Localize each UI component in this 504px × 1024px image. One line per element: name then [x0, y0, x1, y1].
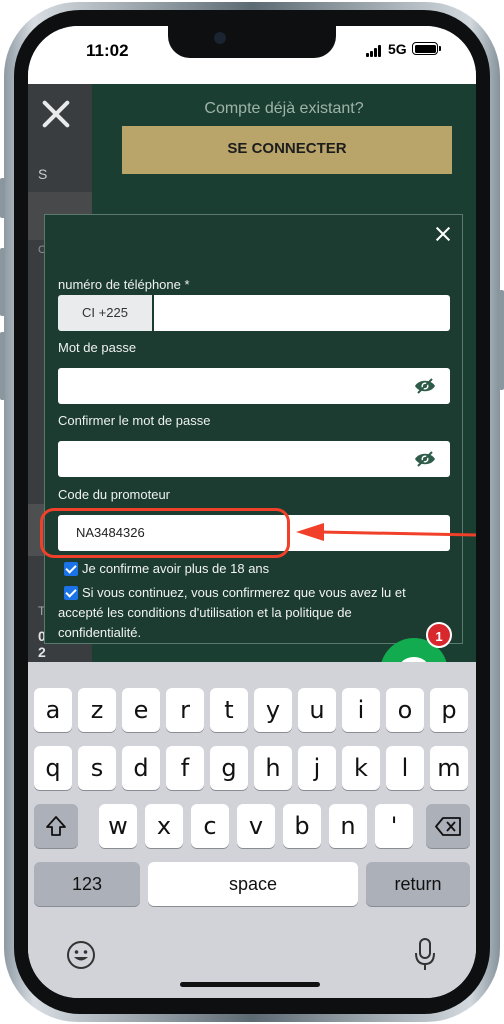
power-button: [499, 290, 504, 390]
microphone-icon[interactable]: [414, 938, 436, 972]
key-e[interactable]: e: [122, 688, 160, 732]
app-background: S C Time 08 Apr 2 Compte déjà existant? …: [28, 84, 476, 706]
numbers-key[interactable]: 123: [34, 862, 140, 906]
key-s[interactable]: s: [78, 746, 116, 790]
backspace-key[interactable]: [426, 804, 470, 848]
key-q[interactable]: q: [34, 746, 72, 790]
key-d[interactable]: d: [122, 746, 160, 790]
phone-label: numéro de téléphone *: [58, 277, 190, 292]
terms-checkbox[interactable]: [64, 586, 78, 600]
key-f[interactable]: f: [166, 746, 204, 790]
key-p[interactable]: p: [430, 688, 468, 732]
confirm-password-label: Confirmer le mot de passe: [58, 413, 211, 428]
key-b[interactable]: b: [283, 804, 321, 848]
chat-badge: 1: [426, 622, 452, 648]
key-o[interactable]: o: [386, 688, 424, 732]
confirm-password-field[interactable]: [58, 441, 450, 477]
key-x[interactable]: x: [145, 804, 183, 848]
key-n[interactable]: n: [329, 804, 367, 848]
mute-switch: [0, 178, 5, 218]
password-field[interactable]: [58, 368, 450, 404]
close-icon[interactable]: [38, 96, 74, 132]
key-j[interactable]: j: [298, 746, 336, 790]
volume-up-button: [0, 248, 5, 316]
terms-text-line-2: accepté les conditions d'utilisation et …: [58, 605, 352, 620]
key-l[interactable]: l: [386, 746, 424, 790]
key-a[interactable]: a: [34, 688, 72, 732]
key-y[interactable]: y: [254, 688, 292, 732]
volume-down-button: [0, 332, 5, 400]
registration-modal: numéro de téléphone * CI +225 Mot de pas…: [44, 214, 463, 644]
login-button[interactable]: SE CONNECTER: [122, 126, 452, 174]
status-bar: 11:02 5G: [28, 26, 476, 84]
status-time: 11:02: [86, 41, 129, 60]
existing-account-text: Compte déjà existant?: [204, 100, 364, 117]
network-type: 5G: [388, 41, 407, 57]
annotation-highlight: [40, 508, 290, 558]
modal-close-icon[interactable]: [436, 227, 450, 241]
password-label: Mot de passe: [58, 340, 137, 355]
promo-code-label: Code du promoteur: [58, 487, 171, 502]
key-apostrophe[interactable]: ': [375, 804, 413, 848]
key-k[interactable]: k: [342, 746, 380, 790]
key-r[interactable]: r: [166, 688, 204, 732]
country-code-select[interactable]: CI +225: [58, 295, 152, 331]
shift-icon: [46, 816, 66, 836]
notch: [168, 26, 336, 58]
key-t[interactable]: t: [210, 688, 248, 732]
front-camera: [214, 32, 226, 44]
home-indicator: [180, 982, 320, 987]
phone-screen: 11:02 5G S C Time 08 Apr 2 Compte déjà e…: [28, 26, 476, 998]
space-key[interactable]: space: [148, 862, 358, 906]
key-h[interactable]: h: [254, 746, 292, 790]
key-g[interactable]: g: [210, 746, 248, 790]
terms-text-line-1: Si vous continuez, vous confirmerez que …: [82, 585, 406, 600]
backspace-icon: [435, 817, 461, 836]
on-screen-keyboard: azertyuiop qsdfghjklm w x c v b n ' 123 space …: [28, 662, 476, 998]
key-z[interactable]: z: [78, 688, 116, 732]
age-check-text: Je confirme avoir plus de 18 ans: [82, 561, 270, 576]
emoji-icon[interactable]: [66, 940, 96, 970]
return-key[interactable]: return: [366, 862, 470, 906]
age-checkbox[interactable]: [64, 562, 78, 576]
key-w[interactable]: w: [99, 804, 137, 848]
phone-input[interactable]: [154, 295, 450, 331]
eye-slash-icon[interactable]: [414, 378, 436, 394]
key-i[interactable]: i: [342, 688, 380, 732]
terms-text-line-3: confidentialité.: [58, 625, 142, 640]
eye-slash-icon[interactable]: [414, 451, 436, 467]
side-peek-text: S: [38, 166, 48, 182]
battery-icon: [412, 42, 438, 55]
key-c[interactable]: c: [191, 804, 229, 848]
signal-icon: [366, 45, 384, 57]
shift-key[interactable]: [34, 804, 78, 848]
key-v[interactable]: v: [237, 804, 275, 848]
annotation-arrow-icon: [296, 523, 476, 541]
key-u[interactable]: u: [298, 688, 336, 732]
key-m[interactable]: m: [430, 746, 468, 790]
